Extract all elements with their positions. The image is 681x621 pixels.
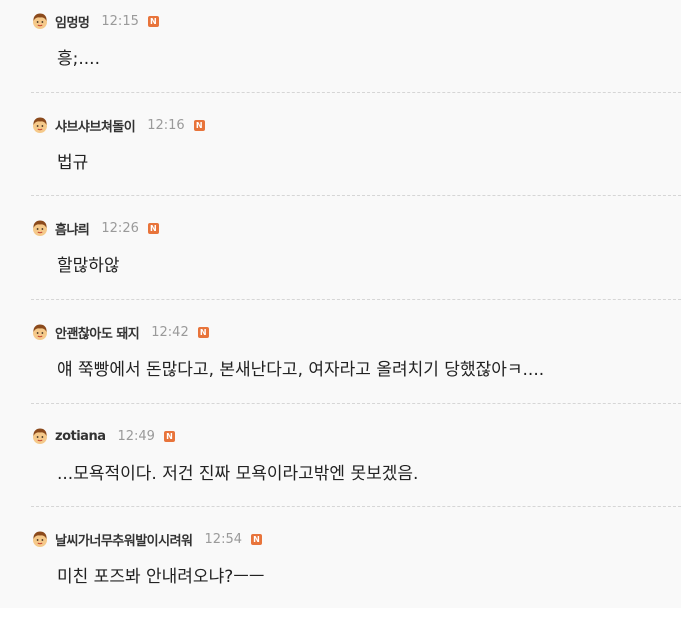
comment-meta: 날씨가너무추워발이시려워 12:54 N [31, 529, 262, 549]
comment-meta: 흠냐릐 12:26 N [31, 218, 159, 238]
comment-text: 얘 쭉빵에서 돈많다고, 본새난다고, 여자라고 올려치기 당했잖아ㅋ.... [57, 360, 545, 380]
new-badge-icon: N [193, 119, 205, 131]
new-badge-icon: N [197, 326, 209, 338]
comment-time: 12:15 [101, 13, 139, 29]
new-badge-icon: N [147, 222, 159, 234]
new-badge-icon: N [251, 533, 262, 545]
new-badge-icon: N [163, 430, 175, 442]
comment-item: 안괜찮아도 돼지 12:42 N 얘 쭉빵에서 돈많다고, 본새난다고, 여자라… [31, 311, 681, 414]
comment-divider [31, 403, 681, 404]
comment-time: 12:26 [101, 220, 139, 236]
avatar-icon[interactable] [31, 427, 49, 445]
comment-meta: 안괜찮아도 돼지 12:42 N [31, 322, 209, 342]
comment-time: 12:16 [147, 117, 185, 133]
new-badge-icon: N [147, 15, 159, 27]
comment-text: ...모욕적이다. 저건 진짜 모욕이라고밖엔 못보겠음. [57, 464, 419, 484]
avatar-icon[interactable] [31, 12, 49, 30]
comment-meta: 샤브샤브쳐돌이 12:16 N [31, 115, 205, 135]
comment-text: 흥;.... [57, 49, 100, 69]
comment-meta: zotiana 12:49 N [31, 426, 175, 446]
comment-item: 샤브샤브쳐돌이 12:16 N 법규 [31, 104, 681, 207]
comment-list: 임멍멍 12:15 N 흥;.... 샤브샤브쳐돌이 12:16 N 법규 흠냐… [0, 0, 681, 608]
comment-nickname[interactable]: 임멍멍 [55, 12, 90, 31]
comment-item: 날씨가너무추워발이시려워 12:54 N 미친 포즈봐 안내려오냐?ㅡㅡ [31, 518, 681, 621]
comment-divider [31, 506, 681, 507]
avatar-icon[interactable] [31, 323, 49, 341]
comment-item: 흠냐릐 12:26 N 할많하않 [31, 207, 681, 310]
avatar-icon[interactable] [31, 219, 49, 237]
comment-text: 할많하않 [57, 256, 120, 276]
comment-nickname[interactable]: 안괜찮아도 돼지 [55, 323, 140, 342]
comment-divider [31, 92, 681, 93]
avatar-icon[interactable] [31, 530, 49, 548]
comment-text: 법규 [57, 153, 89, 173]
comment-time: 12:54 [204, 531, 242, 547]
comment-nickname[interactable]: 샤브샤브쳐돌이 [55, 116, 136, 135]
comment-divider [31, 195, 681, 196]
avatar-icon[interactable] [31, 116, 49, 134]
comment-text: 미친 포즈봐 안내려오냐?ㅡㅡ [57, 567, 265, 587]
comment-nickname[interactable]: 흠냐릐 [55, 219, 90, 238]
comment-divider [31, 299, 681, 300]
comment-time: 12:42 [151, 324, 189, 340]
comment-time: 12:49 [117, 428, 155, 444]
comment-item: 임멍멍 12:15 N 흥;.... [31, 0, 681, 103]
comment-nickname[interactable]: zotiana [55, 429, 106, 444]
comment-nickname[interactable]: 날씨가너무추워발이시려워 [55, 530, 193, 549]
comment-meta: 임멍멍 12:15 N [31, 11, 159, 31]
comment-item: zotiana 12:49 N ...모욕적이다. 저건 진짜 모욕이라고밖엔 … [31, 415, 681, 518]
